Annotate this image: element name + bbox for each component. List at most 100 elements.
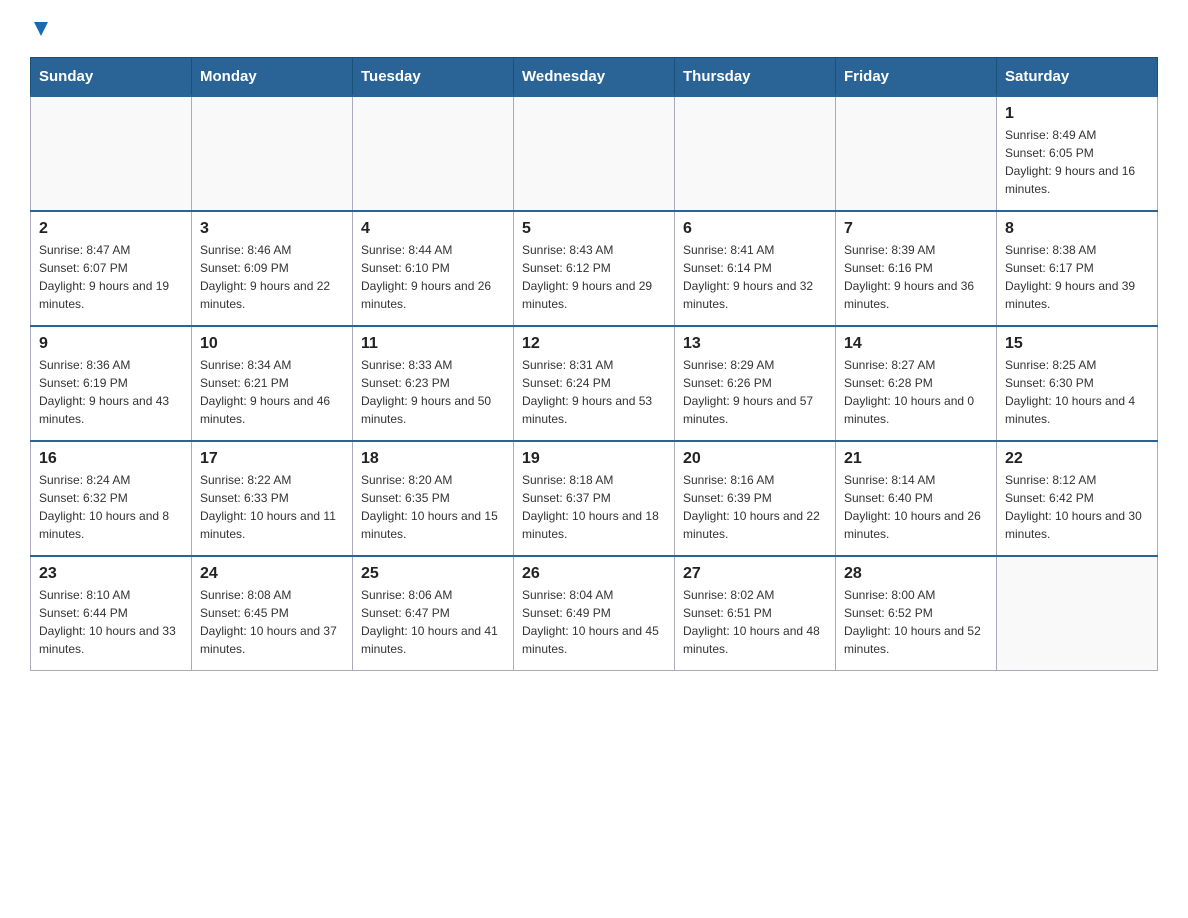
day-number: 19 [522,450,666,468]
day-number: 5 [522,220,666,238]
calendar-day-cell: 28 Sunrise: 8:00 AMSunset: 6:52 PMDayligh… [836,556,997,671]
day-number: 10 [200,335,344,353]
calendar-day-cell [514,96,675,211]
weekday-header-monday: Monday [192,58,353,97]
weekday-header-wednesday: Wednesday [514,58,675,97]
weekday-header-tuesday: Tuesday [353,58,514,97]
calendar-table: SundayMondayTuesdayWednesdayThursdayFrid… [30,57,1158,671]
logo-arrow-icon [30,18,52,45]
day-info: Sunrise: 8:04 AMSunset: 6:49 PMDaylight:… [522,586,666,658]
calendar-day-cell: 3Sunrise: 8:46 AMSunset: 6:09 PMDaylight… [192,211,353,326]
day-number: 8 [1005,220,1149,238]
day-number: 1 [1005,105,1149,123]
weekday-header-sunday: Sunday [31,58,192,97]
day-number: 20 [683,450,827,468]
day-info: Sunrise: 8:39 AMSunset: 6:16 PMDaylight:… [844,241,988,313]
day-number: 2 [39,220,183,238]
day-info: Sunrise: 8:43 AMSunset: 6:12 PMDaylight:… [522,241,666,313]
calendar-day-cell: 9Sunrise: 8:36 AMSunset: 6:19 PMDaylight… [31,326,192,441]
calendar-day-cell: 25 Sunrise: 8:06 AMSunset: 6:47 PMDayligh… [353,556,514,671]
calendar-day-cell: 27Sunrise: 8:02 AMSunset: 6:51 PMDayligh… [675,556,836,671]
day-info: Sunrise: 8:31 AMSunset: 6:24 PMDaylight:… [522,356,666,428]
calendar-day-cell: 8 Sunrise: 8:38 AMSunset: 6:17 PMDaylight… [997,211,1158,326]
day-number: 28 [844,565,988,583]
day-info: Sunrise: 8:06 AMSunset: 6:47 PMDaylight:… [361,586,505,658]
day-number: 14 [844,335,988,353]
calendar-week-row: 9Sunrise: 8:36 AMSunset: 6:19 PMDaylight… [31,326,1158,441]
day-info: Sunrise: 8:41 AMSunset: 6:14 PMDaylight:… [683,241,827,313]
day-info: Sunrise: 8:22 AMSunset: 6:33 PMDaylight:… [200,471,344,543]
day-number: 22 [1005,450,1149,468]
day-number: 24 [200,565,344,583]
calendar-day-cell [192,96,353,211]
calendar-day-cell: 13 Sunrise: 8:29 AMSunset: 6:26 PMDayligh… [675,326,836,441]
day-info: Sunrise: 8:10 AMSunset: 6:44 PMDaylight:… [39,586,183,658]
logo [30,20,52,47]
day-info: Sunrise: 8:16 AMSunset: 6:39 PMDaylight:… [683,471,827,543]
day-info: Sunrise: 8:38 AMSunset: 6:17 PMDaylight:… [1005,241,1149,313]
day-number: 25 [361,565,505,583]
calendar-day-cell: 4Sunrise: 8:44 AMSunset: 6:10 PMDaylight… [353,211,514,326]
calendar-day-cell: 24 Sunrise: 8:08 AMSunset: 6:45 PMDayligh… [192,556,353,671]
calendar-day-cell: 6 Sunrise: 8:41 AMSunset: 6:14 PMDaylight… [675,211,836,326]
calendar-day-cell: 14 Sunrise: 8:27 AMSunset: 6:28 PMDayligh… [836,326,997,441]
calendar-day-cell: 22Sunrise: 8:12 AMSunset: 6:42 PMDayligh… [997,441,1158,556]
day-info: Sunrise: 8:24 AMSunset: 6:32 PMDaylight:… [39,471,183,543]
day-number: 18 [361,450,505,468]
day-number: 26 [522,565,666,583]
header [30,20,1158,47]
calendar-day-cell [353,96,514,211]
calendar-week-row: 23Sunrise: 8:10 AMSunset: 6:44 PMDayligh… [31,556,1158,671]
weekday-header-saturday: Saturday [997,58,1158,97]
day-number: 27 [683,565,827,583]
weekday-header-friday: Friday [836,58,997,97]
day-info: Sunrise: 8:44 AMSunset: 6:10 PMDaylight:… [361,241,505,313]
day-number: 16 [39,450,183,468]
weekday-header-thursday: Thursday [675,58,836,97]
calendar-day-cell: 12 Sunrise: 8:31 AMSunset: 6:24 PMDayligh… [514,326,675,441]
day-info: Sunrise: 8:18 AMSunset: 6:37 PMDaylight:… [522,471,666,543]
day-number: 17 [200,450,344,468]
day-number: 11 [361,335,505,353]
calendar-day-cell: 18 Sunrise: 8:20 AMSunset: 6:35 PMDayligh… [353,441,514,556]
day-number: 13 [683,335,827,353]
calendar-day-cell [675,96,836,211]
calendar-week-row: 16 Sunrise: 8:24 AMSunset: 6:32 PMDayligh… [31,441,1158,556]
calendar-day-cell: 15 Sunrise: 8:25 AMSunset: 6:30 PMDayligh… [997,326,1158,441]
day-number: 21 [844,450,988,468]
calendar-day-cell: 16 Sunrise: 8:24 AMSunset: 6:32 PMDayligh… [31,441,192,556]
day-info: Sunrise: 8:33 AMSunset: 6:23 PMDaylight:… [361,356,505,428]
day-info: Sunrise: 8:34 AMSunset: 6:21 PMDaylight:… [200,356,344,428]
calendar-day-cell: 19 Sunrise: 8:18 AMSunset: 6:37 PMDayligh… [514,441,675,556]
calendar-day-cell: 2 Sunrise: 8:47 AMSunset: 6:07 PMDaylight… [31,211,192,326]
day-info: Sunrise: 8:00 AMSunset: 6:52 PMDaylight:… [844,586,988,658]
day-number: 12 [522,335,666,353]
day-info: Sunrise: 8:25 AMSunset: 6:30 PMDaylight:… [1005,356,1149,428]
calendar-day-cell: 21 Sunrise: 8:14 AMSunset: 6:40 PMDayligh… [836,441,997,556]
calendar-day-cell: 23Sunrise: 8:10 AMSunset: 6:44 PMDayligh… [31,556,192,671]
day-info: Sunrise: 8:14 AMSunset: 6:40 PMDaylight:… [844,471,988,543]
calendar-day-cell: 20 Sunrise: 8:16 AMSunset: 6:39 PMDayligh… [675,441,836,556]
day-number: 7 [844,220,988,238]
calendar-day-cell: 7 Sunrise: 8:39 AMSunset: 6:16 PMDaylight… [836,211,997,326]
calendar-day-cell: 5 Sunrise: 8:43 AMSunset: 6:12 PMDaylight… [514,211,675,326]
day-number: 3 [200,220,344,238]
calendar-week-row: 2 Sunrise: 8:47 AMSunset: 6:07 PMDaylight… [31,211,1158,326]
calendar-header: SundayMondayTuesdayWednesdayThursdayFrid… [31,58,1158,97]
day-info: Sunrise: 8:29 AMSunset: 6:26 PMDaylight:… [683,356,827,428]
calendar-body: 1 Sunrise: 8:49 AMSunset: 6:05 PMDaylight… [31,96,1158,671]
calendar-day-cell [997,556,1158,671]
day-info: Sunrise: 8:47 AMSunset: 6:07 PMDaylight:… [39,241,183,313]
calendar-day-cell [836,96,997,211]
calendar-day-cell: 17 Sunrise: 8:22 AMSunset: 6:33 PMDayligh… [192,441,353,556]
calendar-week-row: 1 Sunrise: 8:49 AMSunset: 6:05 PMDaylight… [31,96,1158,211]
calendar-day-cell [31,96,192,211]
day-number: 15 [1005,335,1149,353]
calendar-day-cell: 1 Sunrise: 8:49 AMSunset: 6:05 PMDaylight… [997,96,1158,211]
day-number: 9 [39,335,183,353]
day-info: Sunrise: 8:08 AMSunset: 6:45 PMDaylight:… [200,586,344,658]
day-info: Sunrise: 8:27 AMSunset: 6:28 PMDaylight:… [844,356,988,428]
day-number: 6 [683,220,827,238]
day-info: Sunrise: 8:20 AMSunset: 6:35 PMDaylight:… [361,471,505,543]
day-info: Sunrise: 8:49 AMSunset: 6:05 PMDaylight:… [1005,126,1149,198]
